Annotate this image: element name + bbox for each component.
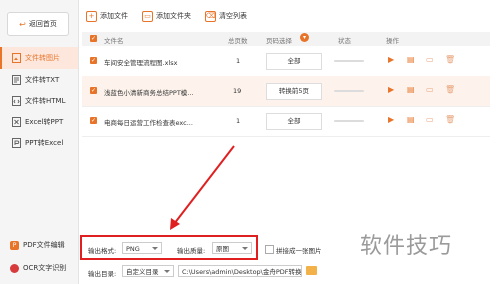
play-icon[interactable]: ▶ xyxy=(388,116,394,124)
folder-icon[interactable]: ▭ xyxy=(426,116,434,124)
page-count: 1 xyxy=(236,117,241,125)
select-all-checkbox[interactable]: ✓ xyxy=(90,35,97,42)
header-filename: 文件名 xyxy=(104,37,124,45)
back-arrow-icon: ↩ xyxy=(19,19,26,29)
back-home-button[interactable]: ↩ 返回首页 xyxy=(7,12,69,36)
page-select-dropdown-icon[interactable]: ▾ xyxy=(300,33,309,42)
clear-list-button[interactable]: ⌫ 清空列表 xyxy=(205,10,247,22)
output-format-label: 输出格式: xyxy=(88,247,117,255)
file-name: 电商每日运营工作检查表exc... xyxy=(104,119,193,127)
add-file-button[interactable]: + 添加文件 xyxy=(86,10,128,22)
pdf-edit-label: PDF文件编辑 xyxy=(23,241,65,249)
sidebar-item-ppt-to-excel[interactable]: PPT转Excel xyxy=(0,132,78,154)
file-name: 浅蓝色小清新商务总结PPT模... xyxy=(104,89,194,97)
output-format-value: PNG xyxy=(126,245,140,253)
chevron-down-icon xyxy=(242,247,248,250)
add-folder-button[interactable]: ▭ 添加文件夹 xyxy=(142,10,191,22)
sidebar-item-file-to-txt[interactable]: 文件转TXT xyxy=(0,69,78,91)
page-select-input[interactable]: 转换前5页 xyxy=(266,83,322,100)
image-file-icon xyxy=(12,53,21,63)
watermark-text: 软件技巧 xyxy=(360,234,453,259)
ppt-file-icon xyxy=(12,138,21,148)
chevron-down-icon xyxy=(152,247,158,250)
output-dir-mode-value: 自定义目录 xyxy=(126,268,159,276)
ocr-eye-icon xyxy=(10,263,19,273)
merge-checkbox[interactable] xyxy=(265,245,274,254)
play-icon[interactable]: ▶ xyxy=(388,86,394,94)
delete-icon[interactable]: 🗑 xyxy=(445,86,455,94)
toolbar: + 添加文件 ▭ 添加文件夹 ⌫ 清空列表 xyxy=(86,8,247,24)
sidebar-item-file-to-image[interactable]: 文件转图片 xyxy=(0,47,78,69)
output-dir-path-input[interactable]: C:\Users\admin\Desktop\金舟PDF转换 xyxy=(178,265,302,277)
sidebar-item-label: 文件转TXT xyxy=(25,76,60,84)
folder-icon: ▭ xyxy=(142,10,153,22)
file-name: 车间安全管理流程图.xlsx xyxy=(104,59,178,67)
sidebar-item-label: 文件转HTML xyxy=(25,97,66,105)
document-icon[interactable]: ▤ xyxy=(407,86,415,94)
folder-icon[interactable]: ▭ xyxy=(426,86,434,94)
pdf-edit-link[interactable]: P PDF文件编辑 xyxy=(10,238,65,252)
row-checkbox[interactable]: ✓ xyxy=(90,57,97,64)
excel-file-icon xyxy=(12,117,21,127)
sidebar-item-file-to-html[interactable]: 文件转HTML xyxy=(0,90,78,112)
plus-icon: + xyxy=(86,10,97,22)
delete-icon[interactable]: 🗑 xyxy=(445,116,455,124)
row-checkbox[interactable]: ✓ xyxy=(90,117,97,124)
chevron-down-icon xyxy=(164,270,170,273)
row-checkbox[interactable]: ✓ xyxy=(90,87,97,94)
folder-browse-icon[interactable] xyxy=(306,266,317,275)
output-quality-value: 原图 xyxy=(216,245,229,253)
header-status: 状态 xyxy=(338,37,351,45)
output-dir-mode-select[interactable]: 自定义目录 xyxy=(122,265,174,277)
sidebar: ↩ 返回首页 文件转图片 文件转TXT 文件转HTML Excel转PPT PP… xyxy=(0,0,79,284)
page-select-input[interactable]: 全部 xyxy=(266,53,322,70)
ocr-label: OCR文字识别 xyxy=(23,264,67,272)
trash-icon: ⌫ xyxy=(205,10,216,22)
sidebar-item-label: Excel转PPT xyxy=(25,118,64,126)
sidebar-item-label: 文件转图片 xyxy=(25,54,60,62)
ocr-link[interactable]: OCR文字识别 xyxy=(10,261,66,275)
page-count: 1 xyxy=(236,57,241,65)
table-row[interactable]: ✓ 电商每日运营工作检查表exc... 1 全部 ▶ ▤ ▭ 🗑 xyxy=(82,106,490,137)
output-dir-label: 输出目录: xyxy=(88,270,117,278)
add-folder-label: 添加文件夹 xyxy=(156,12,191,20)
clear-list-label: 清空列表 xyxy=(219,12,247,20)
header-actions: 操作 xyxy=(386,37,399,45)
header-pages: 总页数 xyxy=(228,37,248,45)
play-icon[interactable]: ▶ xyxy=(388,56,394,64)
back-home-label: 返回首页 xyxy=(28,20,57,28)
add-file-label: 添加文件 xyxy=(100,12,128,20)
output-format-select[interactable]: PNG xyxy=(122,242,162,254)
document-icon[interactable]: ▤ xyxy=(407,56,415,64)
html-file-icon xyxy=(12,96,21,106)
sidebar-item-label: PPT转Excel xyxy=(25,139,64,147)
txt-file-icon xyxy=(12,75,21,85)
status-progress xyxy=(334,60,364,62)
table-header: ✓ 文件名 总页数 页码选择 ▾ 状态 操作 xyxy=(82,32,490,46)
table-row[interactable]: ✓ 浅蓝色小清新商务总结PPT模... 19 转换前5页 ▶ ▤ ▭ 🗑 xyxy=(82,76,490,107)
output-quality-label: 输出质量: xyxy=(177,247,206,255)
sidebar-item-excel-to-ppt[interactable]: Excel转PPT xyxy=(0,111,78,133)
page-count: 19 xyxy=(233,87,242,95)
header-page-select: 页码选择 xyxy=(266,37,292,45)
folder-icon[interactable]: ▭ xyxy=(426,56,434,64)
table-row[interactable]: ✓ 车间安全管理流程图.xlsx 1 全部 ▶ ▤ ▭ 🗑 xyxy=(82,46,490,77)
document-icon[interactable]: ▤ xyxy=(407,116,415,124)
page-select-input[interactable]: 全部 xyxy=(266,113,322,130)
status-progress xyxy=(334,90,364,92)
delete-icon[interactable]: 🗑 xyxy=(445,56,455,64)
pdf-edit-icon: P xyxy=(10,240,19,250)
merge-label: 拼接成一张图片 xyxy=(276,247,322,255)
output-dir-path-value: C:\Users\admin\Desktop\金舟PDF转换 xyxy=(182,268,302,276)
status-progress xyxy=(334,120,364,122)
output-quality-select[interactable]: 原图 xyxy=(212,242,252,254)
